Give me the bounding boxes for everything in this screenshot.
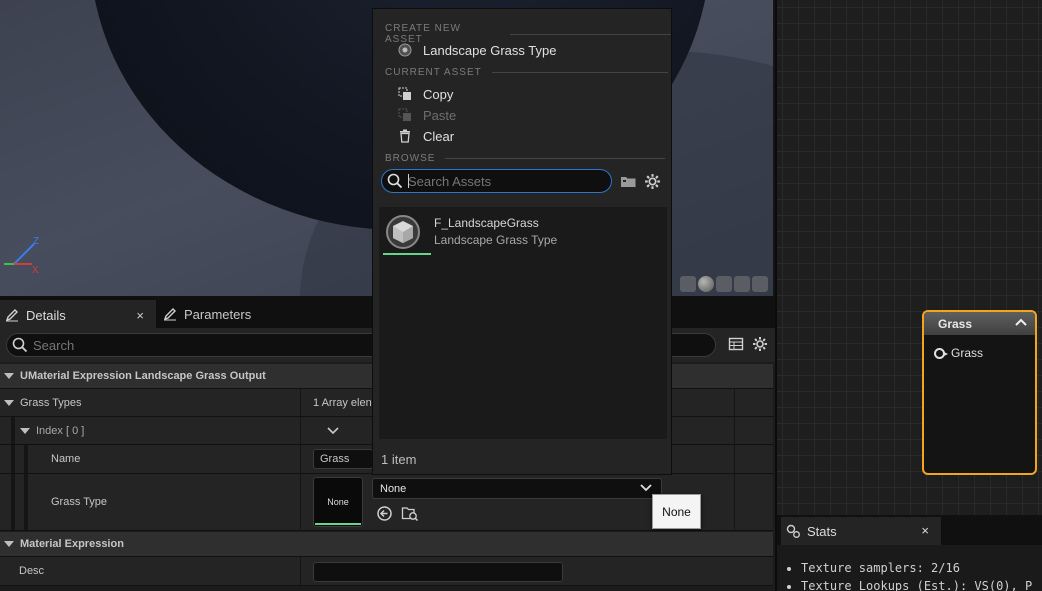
create-landscape-grass-type-item[interactable]: Landscape Grass Type [397, 40, 556, 60]
cube-shape-icon[interactable] [734, 276, 750, 292]
asset-thumbnail[interactable]: None [313, 477, 363, 527]
asset-combo-value: None [380, 482, 407, 495]
stats-panel: Stats × Texture samplers: 2/16 Texture L… [775, 515, 1042, 591]
copy-label: Copy [423, 86, 454, 102]
category-main-label: UMaterial Expression Landscape Grass Out… [20, 370, 266, 382]
picker-search-box[interactable] [381, 169, 612, 193]
cylinder-shape-icon[interactable] [680, 276, 696, 292]
trash-icon [397, 128, 413, 144]
grass-types-value: 1 Array elen [313, 396, 372, 409]
pencil-icon [162, 306, 178, 322]
desc-field[interactable] [313, 562, 563, 582]
desc-label: Desc [19, 565, 45, 577]
index-label: Index [ 0 ] [36, 424, 85, 437]
search-icon [387, 173, 403, 189]
grass-type-label: Grass Type [51, 496, 108, 508]
paste-icon [397, 107, 413, 123]
browse-asset-icon[interactable] [401, 505, 419, 522]
axis-gizmo-icon: Z X [4, 236, 39, 276]
section-current-asset: CURRENT ASSET [385, 67, 668, 78]
sphere-shape-icon[interactable] [698, 276, 714, 292]
gear-icon[interactable] [644, 173, 661, 190]
search-icon [12, 337, 28, 353]
pin-icon[interactable] [934, 347, 948, 359]
category-material-expression[interactable]: Material Expression [0, 532, 773, 557]
section-browse-label: BROWSE [385, 153, 436, 164]
clear-menu-item[interactable]: Clear [397, 126, 454, 146]
custom-mesh-shape-icon[interactable] [752, 276, 768, 292]
close-icon[interactable]: × [136, 308, 144, 323]
list-item: Texture samplers: 2/16 [801, 561, 1032, 579]
use-selected-asset-icon[interactable] [376, 505, 393, 522]
copy-menu-item[interactable]: Copy [397, 84, 453, 104]
tab-stats[interactable]: Stats × [781, 517, 941, 545]
section-browse: BROWSE [385, 153, 666, 164]
node-pin-label: Grass [951, 346, 984, 360]
create-item-label: Landscape Grass Type [423, 42, 557, 58]
asset-type-icon [397, 42, 413, 58]
expand-arrow-icon[interactable] [4, 373, 14, 379]
tooltip-none: None [652, 494, 701, 529]
paste-label: Paste [423, 107, 457, 123]
node-input-pin[interactable]: Grass [934, 346, 983, 360]
table-view-icon[interactable] [728, 336, 744, 352]
asset-combo-box[interactable]: None [372, 478, 662, 499]
preview-shape-toolbar [680, 276, 768, 292]
section-current-label: CURRENT ASSET [385, 67, 482, 78]
picker-search-input[interactable] [408, 172, 603, 190]
asset-thumbnail-label: None [327, 497, 349, 507]
tab-parameters-label: Parameters [184, 306, 252, 322]
asset-item-thumbnail [383, 213, 431, 255]
folder-icon[interactable] [620, 174, 637, 189]
grass-output-node[interactable]: Grass Grass [922, 310, 1037, 475]
details-search-tools [728, 336, 768, 352]
stats-tabbar: Stats × [777, 515, 1042, 545]
cube-icon [386, 215, 420, 249]
category-material-expression-label: Material Expression [20, 538, 124, 550]
text-caret [408, 174, 409, 188]
asset-type: Landscape Grass Type [434, 233, 558, 247]
paste-menu-item[interactable]: Paste [397, 105, 456, 125]
node-header[interactable]: Grass [924, 312, 1035, 335]
expand-arrow-icon[interactable] [20, 427, 30, 434]
gear-icon[interactable] [752, 336, 768, 352]
item-count: 1 item [381, 452, 417, 467]
node-title: Grass [938, 316, 973, 331]
expand-arrow-icon[interactable] [4, 541, 14, 547]
stats-list: Texture samplers: 2/16 Texture Lookups (… [801, 561, 1032, 591]
asset-name: F_LandscapeGrass [434, 216, 539, 230]
row-desc: Desc [0, 557, 773, 586]
tab-details-label: Details [26, 307, 66, 323]
close-icon[interactable]: × [921, 523, 929, 538]
axis-z-label: Z [33, 236, 39, 247]
clear-label: Clear [423, 128, 455, 144]
list-item[interactable]: F_LandscapeGrass Landscape Grass Type [379, 207, 667, 257]
tab-stats-label: Stats [807, 523, 837, 539]
chevron-down-icon [640, 484, 652, 492]
asset-list: F_LandscapeGrass Landscape Grass Type [379, 207, 667, 439]
name-field[interactable]: Grass [313, 449, 373, 469]
copy-icon [397, 86, 413, 102]
picker-footer: 1 item [373, 446, 671, 474]
pencil-icon [4, 307, 20, 323]
plane-shape-icon[interactable] [716, 276, 732, 292]
tab-parameters[interactable]: Parameters [158, 300, 358, 328]
asset-picker-menu: CREATE NEW ASSET Landscape Grass Type CU… [372, 8, 672, 475]
chevron-down-icon[interactable] [327, 427, 339, 435]
expand-arrow-icon[interactable] [4, 399, 14, 406]
tab-details[interactable]: Details × [0, 300, 156, 328]
list-item: Texture Lookups (Est.): VS(0), P [801, 579, 1032, 591]
axis-x-label: X [32, 265, 39, 276]
stats-gears-icon [785, 523, 801, 539]
grass-types-label: Grass Types [20, 396, 82, 409]
name-label: Name [51, 453, 81, 465]
chevron-up-icon[interactable] [1015, 317, 1027, 327]
